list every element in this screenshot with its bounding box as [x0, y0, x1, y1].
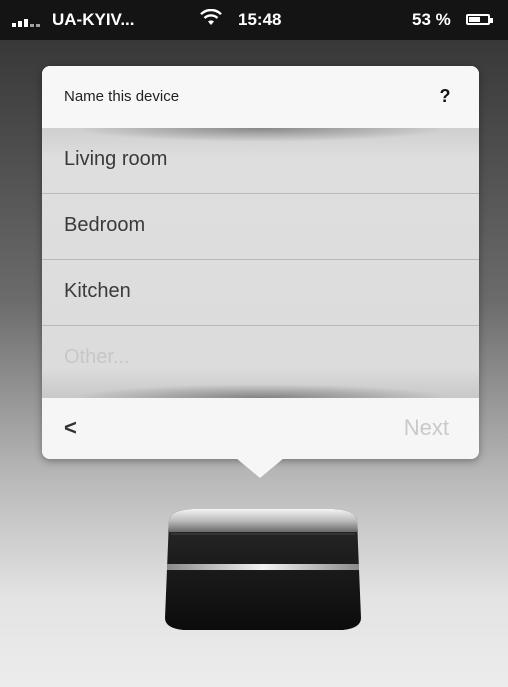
- device-name-options: Living room Bedroom Kitchen Other...: [42, 128, 479, 398]
- battery-percentage: 53 %: [412, 10, 451, 29]
- other-placeholder: Other...: [64, 346, 130, 368]
- battery-icon: [466, 14, 493, 25]
- next-button[interactable]: Next: [404, 412, 449, 444]
- option-bedroom[interactable]: Bedroom: [42, 194, 479, 260]
- signal-bars-icon: [12, 13, 42, 27]
- other-name-input[interactable]: Other...: [42, 326, 479, 392]
- dialog-pointer: [236, 458, 284, 478]
- name-device-dialog: Name this device ? Living room Bedroom K…: [42, 66, 479, 459]
- option-label: Kitchen: [64, 280, 131, 302]
- dialog-footer: < Next: [42, 398, 479, 459]
- wifi-icon: [200, 9, 222, 25]
- option-label: Living room: [64, 148, 168, 170]
- dialog-header: Name this device ?: [42, 66, 479, 128]
- dialog-title: Name this device: [64, 88, 180, 105]
- help-button[interactable]: ?: [433, 82, 457, 110]
- bottom-shadow: [72, 384, 449, 398]
- speaker-device: [165, 509, 361, 630]
- status-time: 15:48: [238, 10, 282, 29]
- carrier-name: UA-KYIV...: [52, 10, 135, 29]
- top-shadow: [72, 128, 449, 142]
- option-label: Bedroom: [64, 214, 146, 236]
- option-kitchen[interactable]: Kitchen: [42, 260, 479, 326]
- status-bar: UA-KYIV... 15:48 53 %: [0, 0, 508, 40]
- back-button[interactable]: <: [64, 412, 94, 444]
